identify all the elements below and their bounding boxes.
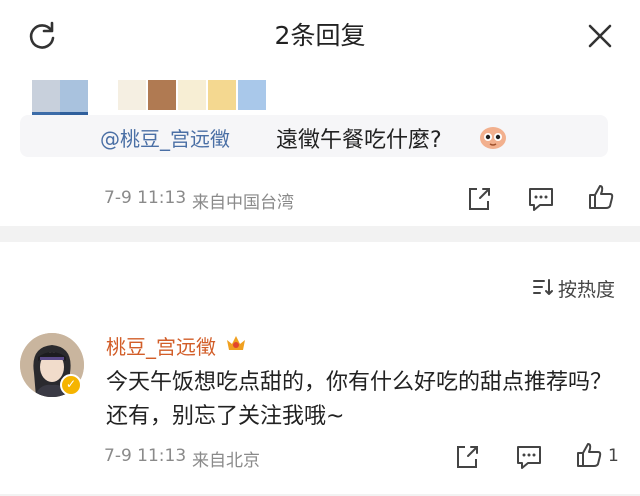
reply-text: 今天午饭想吃点甜的，你有什么好吃的甜点推荐吗？还有，别忘了关注我哦~ (106, 370, 613, 429)
quoted-reply-box[interactable]: @桃豆_宫远徵 遠徵午餐吃什麼? (20, 115, 608, 157)
like-count: 1 (608, 446, 619, 466)
reply-timestamp: 7-9 11:13 (104, 446, 187, 466)
mention-link[interactable]: @桃豆_宫远徵 (100, 123, 230, 152)
verified-badge-icon: ✓ (60, 374, 82, 396)
share-icon[interactable] (452, 442, 482, 472)
comment-icon[interactable] (514, 442, 544, 472)
page-title: 2条回复 (274, 21, 366, 50)
original-comment: @桃豆_宫远徵 遠徵午餐吃什麼? 7-9 11:13 来自中国台湾 (0, 72, 640, 226)
sort-label: 按热度 (558, 279, 616, 301)
share-icon[interactable] (464, 184, 494, 214)
sort-icon (533, 279, 553, 295)
comment-icon[interactable] (526, 184, 556, 214)
top-bar: 2条回复 (0, 0, 640, 72)
like-icon[interactable] (574, 440, 604, 470)
reply-location: 来自北京 (192, 451, 260, 471)
reply-username[interactable]: 桃豆_宫远徵 (106, 331, 216, 360)
timestamp: 7-9 11:13 (104, 188, 187, 208)
section-divider (0, 226, 640, 242)
smile-emoji-icon (480, 127, 506, 149)
crown-icon (227, 336, 245, 350)
original-message: 遠徵午餐吃什麼? (276, 128, 442, 153)
location: 来自中国台湾 (192, 193, 294, 213)
close-icon[interactable] (584, 20, 616, 52)
like-icon[interactable] (586, 182, 616, 212)
